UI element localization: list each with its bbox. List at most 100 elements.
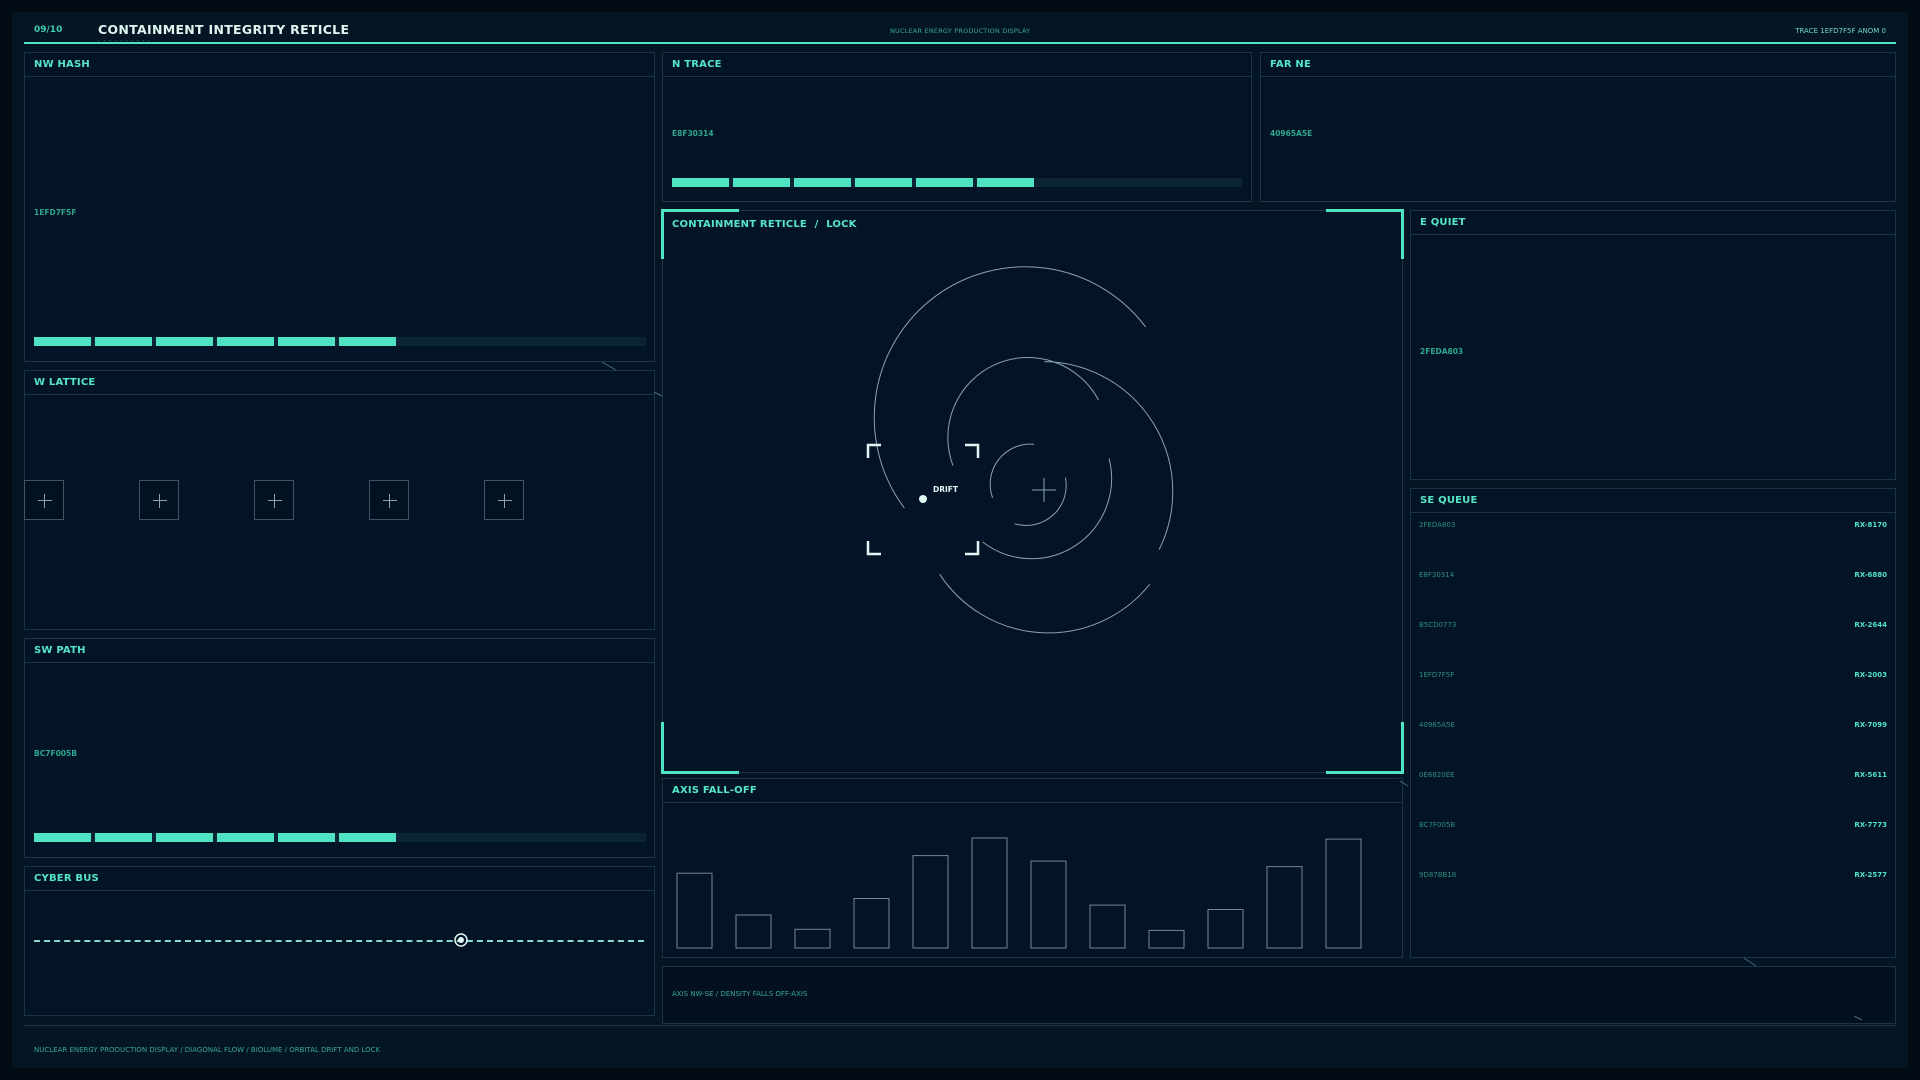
falloff-bar bbox=[1089, 904, 1126, 949]
queue-id: E8F30314 bbox=[1419, 571, 1455, 579]
falloff-bar bbox=[1030, 860, 1067, 949]
axis-note: AXIS NW-SE / DENSITY FALLS OFF-AXIS bbox=[672, 990, 808, 998]
footer-text: NUCLEAR ENERGY PRODUCTION DISPLAY / DIAG… bbox=[34, 1046, 381, 1054]
header-rule bbox=[24, 42, 1896, 44]
hash-value: E8F30314 bbox=[672, 129, 714, 138]
orbit-rings bbox=[873, 266, 1174, 634]
falloff-bar bbox=[794, 928, 831, 949]
panel-title: SE QUEUE bbox=[1420, 495, 1478, 506]
queue-row[interactable]: 40965A5E RX-7099 bbox=[1411, 721, 1895, 735]
queue-value: RX-6880 bbox=[1854, 571, 1887, 579]
panel-title: E QUIET bbox=[1420, 217, 1466, 228]
panel-title: W LATTICE bbox=[34, 377, 96, 388]
panel-title: NW HASH bbox=[34, 59, 90, 70]
falloff-bar bbox=[853, 898, 890, 949]
queue-row[interactable]: 1EFD7F5F RX-2003 bbox=[1411, 671, 1895, 685]
queue-value: RX-2003 bbox=[1854, 671, 1887, 679]
segment bbox=[217, 337, 274, 346]
lattice-node[interactable] bbox=[369, 480, 409, 520]
segment bbox=[95, 833, 152, 842]
lattice-node[interactable] bbox=[254, 480, 294, 520]
segment-bar bbox=[34, 833, 396, 842]
queue-row[interactable]: 9D87BB18 RX-2577 bbox=[1411, 871, 1895, 885]
segment bbox=[95, 337, 152, 346]
panel-e-quiet: E QUIET 2FEDA803 bbox=[1410, 210, 1896, 480]
queue-value: RX-8170 bbox=[1854, 521, 1887, 529]
orbit-arc bbox=[989, 443, 1035, 498]
panel-sw-path: SW PATH BC7F005B bbox=[24, 638, 655, 858]
queue-row[interactable]: 0E6820EE RX-5611 bbox=[1411, 771, 1895, 785]
segment bbox=[34, 833, 91, 842]
panel-header: FAR NE bbox=[1261, 53, 1895, 77]
panel-n-trace: N TRACE E8F30314 bbox=[662, 52, 1252, 202]
queue-id: 9D87BB18 bbox=[1419, 871, 1457, 879]
orbit-arc bbox=[939, 574, 1151, 634]
falloff-bar-chart bbox=[676, 837, 1362, 949]
queue-row[interactable]: 2FEDA803 RX-8170 bbox=[1411, 521, 1895, 535]
orbit-arc bbox=[1044, 361, 1174, 550]
panel-header: SW PATH bbox=[25, 639, 654, 663]
segment bbox=[733, 178, 790, 187]
falloff-bar bbox=[676, 872, 713, 949]
queue-id: 40965A5E bbox=[1419, 721, 1455, 729]
queue-row[interactable]: B5CD0773 RX-2644 bbox=[1411, 621, 1895, 635]
segment-bar bbox=[34, 337, 396, 346]
falloff-bar bbox=[1325, 838, 1362, 949]
panel-title: SW PATH bbox=[34, 645, 86, 656]
queue-id: 2FEDA803 bbox=[1419, 521, 1456, 529]
hash-value: 40965A5E bbox=[1270, 129, 1313, 138]
queue-id: 0E6820EE bbox=[1419, 771, 1455, 779]
page-title: CONTAINMENT INTEGRITY RETICLE bbox=[98, 22, 350, 37]
page-index: 09/10 bbox=[34, 25, 63, 35]
queue-value: RX-7099 bbox=[1854, 721, 1887, 729]
drift-label: DRIFT bbox=[933, 485, 959, 494]
queue-value: RX-2577 bbox=[1854, 871, 1887, 879]
header-subtitle: NUCLEAR ENERGY PRODUCTION DISPLAY bbox=[890, 27, 1031, 35]
queue-value: RX-5611 bbox=[1854, 771, 1887, 779]
segment bbox=[339, 337, 396, 346]
falloff-bar bbox=[735, 914, 772, 949]
panel-header: SE QUEUE bbox=[1411, 489, 1895, 513]
queue-value: RX-7773 bbox=[1854, 821, 1887, 829]
header-status: TRACE 1EFD7F5F ANOM 0 bbox=[1795, 27, 1886, 35]
segment-bar bbox=[672, 178, 1034, 187]
drift-point bbox=[919, 495, 927, 503]
panel-title: N TRACE bbox=[672, 59, 722, 70]
panel-header: NW HASH bbox=[25, 53, 654, 77]
falloff-bar bbox=[1148, 929, 1185, 949]
segment bbox=[339, 833, 396, 842]
panel-se-queue: SE QUEUE 2FEDA803 RX-8170 E8F30314 RX-68… bbox=[1410, 488, 1896, 958]
queue-row[interactable]: BC7F005B RX-7773 bbox=[1411, 821, 1895, 835]
queue-row[interactable]: E8F30314 RX-6880 bbox=[1411, 571, 1895, 585]
queue-id: BC7F005B bbox=[1419, 821, 1456, 829]
panel-header: AXIS FALL-OFF bbox=[663, 779, 1402, 803]
orbit-arc bbox=[873, 266, 1147, 509]
lattice-node[interactable] bbox=[139, 480, 179, 520]
panel-far-ne: FAR NE 40965A5E bbox=[1260, 52, 1896, 202]
segment bbox=[278, 337, 335, 346]
lattice-node[interactable] bbox=[24, 480, 64, 520]
segment bbox=[34, 337, 91, 346]
bus-line bbox=[34, 940, 644, 942]
panel-title: CYBER BUS bbox=[34, 873, 99, 884]
falloff-bar bbox=[971, 837, 1008, 949]
panel-header: W LATTICE bbox=[25, 371, 654, 395]
queue-id: B5CD0773 bbox=[1419, 621, 1457, 629]
orbit-arc bbox=[1014, 477, 1067, 526]
hash-value: 2FEDA803 bbox=[1420, 347, 1464, 356]
panel-title: AXIS FALL-OFF bbox=[672, 785, 757, 796]
panel-header: N TRACE bbox=[663, 53, 1251, 77]
axis-note-strip bbox=[662, 966, 1896, 1024]
falloff-bar bbox=[912, 855, 949, 949]
queue-value: RX-2644 bbox=[1854, 621, 1887, 629]
lattice-node[interactable] bbox=[484, 480, 524, 520]
falloff-bar bbox=[1207, 909, 1244, 949]
hash-value: BC7F005B bbox=[34, 749, 77, 758]
hash-value: 1EFD7F5F bbox=[34, 208, 77, 217]
orbit-arc bbox=[947, 357, 1099, 466]
bus-marker[interactable] bbox=[451, 930, 471, 950]
panel-header: CYBER BUS bbox=[25, 867, 654, 891]
segment bbox=[217, 833, 274, 842]
segment bbox=[977, 178, 1034, 187]
segment bbox=[916, 178, 973, 187]
